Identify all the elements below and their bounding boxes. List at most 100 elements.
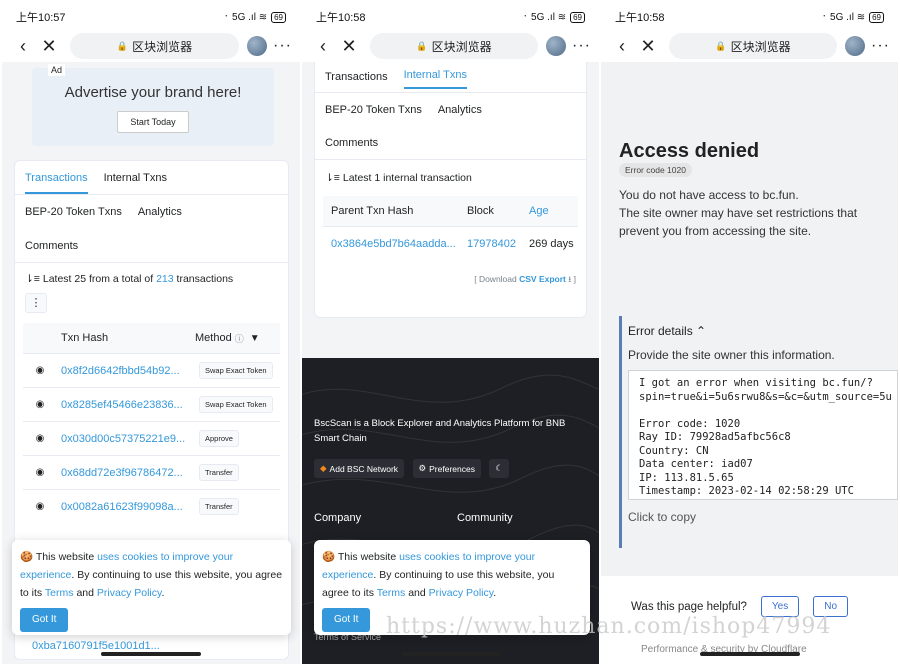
tab-internal-txns[interactable]: Internal Txns [403,69,467,89]
preferences-button[interactable]: ⚙ Preferences [412,459,481,478]
url-field[interactable]: 🔒 区块浏览器 [370,33,539,59]
back-icon[interactable]: ‹ [310,36,336,56]
cookie-text: 🍪 This website uses cookies to improve y… [20,551,283,599]
txn-hash-link[interactable]: 0x8285ef45466e23836... [51,399,199,411]
battery-icon: 69 [570,11,585,23]
cookie-text: 🍪 This website uses cookies to improve y… [322,551,555,599]
got-it-button[interactable]: Got It [322,608,371,632]
eye-icon[interactable]: ◉ [29,399,51,410]
avatar[interactable] [845,36,866,56]
tab-comments[interactable]: Comments [25,240,78,252]
footer-company: Company [314,512,362,524]
partial-row-hash[interactable]: 0xba7160791f5e1001d1... [32,640,160,652]
tab-bep20[interactable]: BEP-20 Token Txns [325,104,422,116]
more-icon[interactable]: ··· [273,37,292,55]
denied-line1: You do not have access to bc.fun. [619,188,799,202]
method-badge: Approve [199,430,239,447]
page-title: 区块浏览器 [730,39,791,54]
method-badge: Swap Exact Token [199,396,273,413]
col-txn-hash: Txn Hash [61,332,109,344]
denied-message: You do not have access to bc.fun. The si… [619,186,884,240]
tab-bep20[interactable]: BEP-20 Token Txns [25,206,122,218]
signal-icons: ᛫ 5G .ıl ≋ [522,11,567,23]
click-to-copy[interactable]: Click to copy [628,510,898,524]
status-time: 上午10:58 [316,12,366,24]
txn-hash-link[interactable]: 0x0082a61623f99098a... [51,501,199,513]
cookie-and: and [76,587,94,599]
eye-icon[interactable]: ◉ [29,467,51,478]
table-row: 0x3864e5bd7b64aadda... 17978402 269 days [323,226,578,260]
method-badge: Transfer [199,464,239,481]
back-icon[interactable]: ‹ [10,36,36,56]
close-icon[interactable]: ✕ [635,36,661,56]
txn-hash-link[interactable]: 0x8f2d6642fbbd54b92... [51,365,199,377]
tab-transactions[interactable]: Transactions [25,172,88,194]
status-bar: 上午10:58 ᛫ 5G .ıl ≋ 69 [601,0,898,34]
gear-icon: ⚙ [418,463,427,473]
page-title: 区块浏览器 [132,39,193,54]
more-icon[interactable]: ··· [572,37,591,55]
screen-internal-txns: 上午10:58 ᛫ 5G .ıl ≋ 69 ‹ ✕ 🔒 区块浏览器 ··· Tran… [302,0,599,664]
cookie-icon: 🍪 [322,551,336,563]
col-method: Method [195,332,232,344]
home-indicator [101,652,201,656]
terms-link[interactable]: Terms [45,587,74,599]
status-time: 上午10:58 [615,12,665,24]
eye-icon[interactable]: ◉ [29,365,51,376]
tab-comments[interactable]: Comments [325,137,378,149]
col-age[interactable]: Age [529,205,549,217]
internal-summary: ⇂≡ Latest 1 internal transaction [315,160,586,196]
signal-icons: ᛫ 5G .ıl ≋ [821,11,866,23]
info-icon[interactable]: ⓘ [235,332,244,345]
avatar[interactable] [247,36,268,56]
filter-icon[interactable]: ▼ [250,333,260,344]
more-icon[interactable]: ··· [871,37,890,55]
lock-icon: 🔒 [416,40,428,51]
terms-link[interactable]: Terms [377,587,406,599]
error-details-toggle[interactable]: Error details ⌃ [628,324,898,338]
cookie-icon: 🍪 [20,551,34,563]
sort-icon: ⇂≡ [325,172,340,184]
privacy-link[interactable]: Privacy Policy [97,587,162,599]
tab-analytics[interactable]: Analytics [138,206,182,218]
summary-count[interactable]: 213 [156,273,174,285]
age-value: 269 days [529,237,574,250]
back-icon[interactable]: ‹ [609,36,635,56]
start-today-button[interactable]: Start Today [117,111,189,133]
col-block: Block [467,205,494,217]
add-bsc-network-button[interactable]: ◆ Add BSC Network [314,459,405,478]
ad-banner[interactable]: Ad Advertise your brand here! Start Toda… [32,64,274,146]
tab-internal-txns[interactable]: Internal Txns [104,172,167,184]
tab-transactions[interactable]: Transactions [325,71,388,83]
internal-card: Transactions Internal Txns BEP-20 Token … [314,62,587,318]
url-field[interactable]: 🔒 区块浏览器 [70,33,240,59]
parent-hash-link[interactable]: 0x3864e5bd7b64aadda... [323,238,467,250]
tab-analytics[interactable]: Analytics [438,104,482,116]
ad-text: Advertise your brand here! [64,84,242,101]
signal-icons: ᛫ 5G .ıl ≋ [223,11,268,23]
csv-export-link[interactable]: CSV Export [519,274,566,284]
dark-mode-toggle[interactable]: ☾ [489,459,510,478]
options-button[interactable]: ⋮ [25,293,47,313]
txn-hash-link[interactable]: 0x68dd72e3f96786472... [51,467,199,479]
table-row: ◉ 0x8f2d6642fbbd54b92... Swap Exact Token [23,353,280,387]
txn-hash-link[interactable]: 0x030d00c57375221e9... [51,433,199,445]
details-sub: Provide the site owner this information. [628,348,835,362]
details-title: Error details [628,324,693,338]
screen-transactions: 上午10:57 ᛫ 5G .ıl ≋ 69 ‹ ✕ 🔒 区块浏览器 ··· Ad A… [2,0,300,664]
footer-buttons: ◆ Add BSC Network ⚙ Preferences ☾ [314,458,513,478]
avatar[interactable] [546,36,567,56]
close-icon[interactable]: ✕ [336,36,362,56]
privacy-link[interactable]: Privacy Policy [429,587,494,599]
lock-icon: 🔒 [715,40,727,51]
got-it-button[interactable]: Got It [20,608,69,632]
block-link[interactable]: 17978402 [467,238,529,250]
lock-icon: 🔒 [116,40,129,51]
eye-icon[interactable]: ◉ [29,433,51,444]
close-icon[interactable]: ✕ [36,36,62,56]
address-bar: ‹ ✕ 🔒 区块浏览器 ··· [302,30,599,62]
error-details-box[interactable]: I got an error when visiting bc.fun/? sp… [628,370,898,500]
eye-icon[interactable]: ◉ [29,501,51,512]
url-field[interactable]: 🔒 区块浏览器 [669,33,838,59]
sort-icon: ⇂≡ [25,273,40,285]
